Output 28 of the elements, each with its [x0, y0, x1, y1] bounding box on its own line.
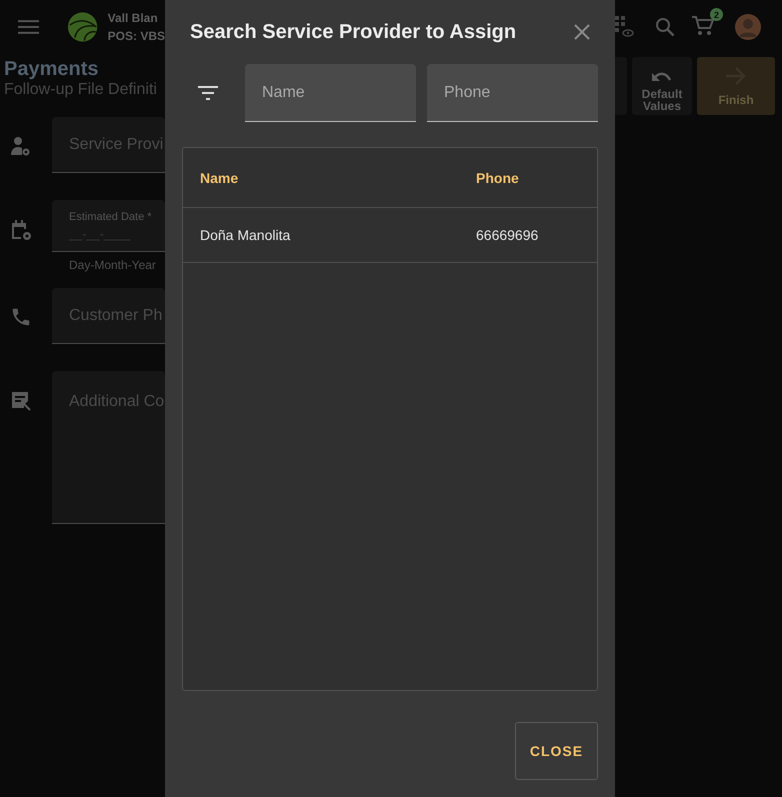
- phone-icon: [10, 306, 32, 328]
- dialog-title: Search Service Provider to Assign: [190, 20, 516, 44]
- search-field[interactable]: Phone: [427, 64, 598, 122]
- menu-icon[interactable]: [18, 19, 40, 35]
- finish-button[interactable]: Finish: [697, 57, 775, 115]
- page-subtitle: Follow-up File Definiti: [4, 81, 158, 99]
- search-field[interactable]: Name: [245, 64, 416, 122]
- form-edit-icon: [9, 389, 33, 413]
- date-format-hint: Day-Month-Year: [69, 258, 157, 272]
- cart-icon[interactable]: [691, 14, 715, 38]
- organization-name: Vall Blan: [108, 11, 159, 25]
- logo-icon: [67, 11, 99, 43]
- pos-label: POS: VBS: [108, 29, 165, 43]
- cart-count-badge: 2: [710, 8, 723, 21]
- close-button[interactable]: CLOSE: [515, 722, 598, 780]
- table-cell[interactable]: 66669696: [459, 208, 597, 262]
- default-values-button[interactable]: Default Values: [632, 57, 692, 115]
- date-field[interactable]: Estimated Date * __-__-____: [52, 200, 165, 252]
- page-title: Payments: [4, 58, 100, 81]
- close-icon[interactable]: [573, 23, 591, 41]
- undo-icon: [651, 70, 673, 84]
- calendar-gear-icon: [9, 218, 33, 242]
- avatar-icon[interactable]: [735, 14, 761, 40]
- table-cell[interactable]: Doña Manolita: [183, 208, 459, 262]
- column-header: Name: [199, 168, 240, 188]
- filter-icon[interactable]: [198, 86, 218, 100]
- column-header: Phone: [475, 168, 520, 188]
- search-icon[interactable]: [655, 17, 675, 37]
